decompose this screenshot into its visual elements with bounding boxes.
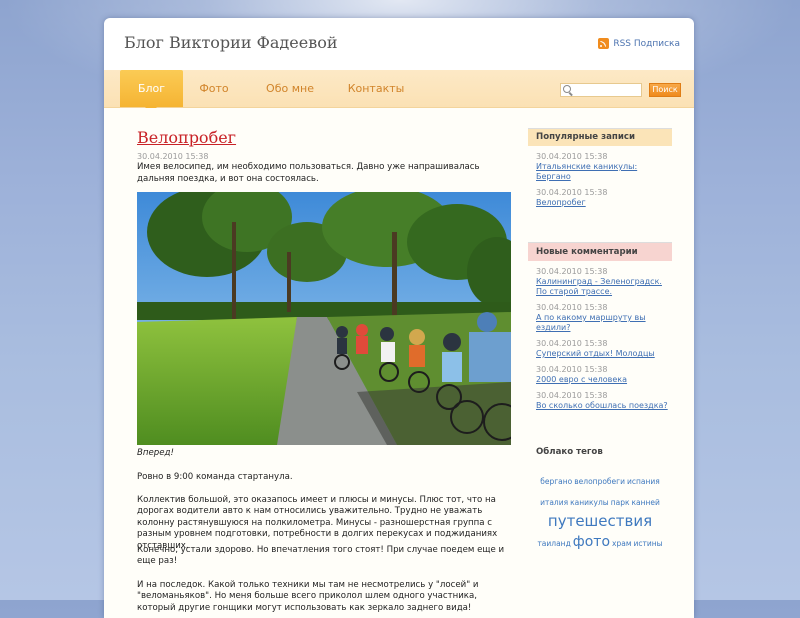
rss-link[interactable]: RSS Подписка — [598, 38, 680, 49]
tag-link[interactable]: испания — [627, 477, 660, 486]
popular-post-date: 30.04.2010 15:38 — [536, 188, 608, 197]
comment-date: 30.04.2010 15:38 — [536, 267, 608, 276]
comment-link[interactable]: Суперский отдых! Молодцы — [536, 349, 655, 358]
popular-post-link[interactable]: Итальянские каникулы: Бергано — [536, 162, 637, 181]
post-paragraph: Ровно в 9:00 команда стартанула. — [137, 472, 293, 482]
comment-item: 30.04.2010 15:38 Во сколько обошлась пое… — [528, 391, 672, 411]
sidebar: Популярные записи 30.04.2010 15:38 Италь… — [528, 128, 672, 552]
comment-link[interactable]: 2000 евро с человека — [536, 375, 627, 384]
tag-link[interactable]: парк — [611, 498, 630, 507]
comment-date: 30.04.2010 15:38 — [536, 339, 608, 348]
post-paragraph: И на последок. Какой только техники мы т… — [137, 580, 479, 613]
post-intro: Имея велосипед, им необходимо пользовать… — [137, 162, 480, 184]
blog-page: Блог Виктории Фадеевой RSS Подписка Блог… — [104, 18, 694, 618]
comment-item: 30.04.2010 15:38 2000 евро с человека — [528, 365, 672, 385]
comment-item: 30.04.2010 15:38 А по какому маршруту вы… — [528, 303, 672, 333]
cycling-photo-illustration — [137, 192, 511, 445]
photo-caption: Вперед! — [137, 448, 174, 458]
tag-link[interactable]: путешествия — [548, 512, 652, 530]
new-comments-heading: Новые комментарии — [528, 242, 672, 261]
comment-link[interactable]: Калининград - Зеленоградск. По старой тр… — [536, 277, 662, 296]
tag-cloud-heading: Облако тегов — [536, 447, 603, 457]
popular-posts-heading: Популярные записи — [528, 128, 672, 146]
comment-item: 30.04.2010 15:38 Суперский отдых! Молодц… — [528, 339, 672, 359]
post-paragraph: Конечно, устали здорово. Но впечатления … — [137, 545, 505, 567]
nav-item-photo[interactable]: Фото — [192, 70, 236, 107]
rss-label: RSS Подписка — [613, 38, 680, 49]
tag-link[interactable]: бергано — [540, 477, 572, 486]
tag-link[interactable]: канней — [632, 498, 660, 507]
comment-date: 30.04.2010 15:38 — [536, 365, 608, 374]
post-date: 30.04.2010 15:38 — [137, 152, 209, 161]
popular-post-link[interactable]: Велопробег — [536, 198, 586, 207]
tag-link[interactable]: каникулы — [570, 498, 609, 507]
nav-item-about[interactable]: Обо мне — [258, 70, 322, 107]
post-title[interactable]: Велопробег — [137, 128, 236, 148]
header: Блог Виктории Фадеевой RSS Подписка — [104, 18, 694, 70]
tag-link[interactable]: истины — [633, 539, 662, 548]
search-input[interactable] — [574, 84, 640, 96]
tag-link[interactable]: фото — [573, 534, 610, 550]
popular-post-item: 30.04.2010 15:38 Итальянские каникулы: Б… — [528, 152, 672, 182]
popular-post-date: 30.04.2010 15:38 — [536, 152, 608, 161]
post: Велопробег 30.04.2010 15:38 Имея велосип… — [137, 128, 511, 613]
tag-link[interactable]: велопробеги — [574, 477, 625, 486]
nav-item-blog[interactable]: Блог — [120, 70, 183, 107]
comment-link[interactable]: Во сколько обошлась поездка? — [536, 401, 668, 410]
main-nav: Блог Фото Обо мне Контакты Поиск — [104, 70, 694, 113]
post-photo — [137, 192, 511, 445]
rss-icon — [598, 38, 610, 49]
search-button[interactable]: Поиск — [649, 83, 681, 97]
comment-date: 30.04.2010 15:38 — [536, 303, 608, 312]
popular-post-item: 30.04.2010 15:38 Велопробег — [528, 188, 672, 208]
nav-item-contacts[interactable]: Контакты — [344, 70, 408, 107]
comment-item: 30.04.2010 15:38 Калининград - Зеленогра… — [528, 267, 672, 297]
search-icon — [563, 85, 571, 93]
comment-link[interactable]: А по какому маршруту вы ездили? — [536, 313, 646, 332]
tag-link[interactable]: храм — [612, 539, 631, 548]
tag-link[interactable]: таиланд — [537, 539, 570, 548]
comment-date: 30.04.2010 15:38 — [536, 391, 608, 400]
site-title[interactable]: Блог Виктории Фадеевой — [124, 33, 338, 52]
tag-cloud: бергано велопробеги испания италия каникулы… — [528, 469, 672, 552]
tag-link[interactable]: италия — [540, 498, 568, 507]
post-paragraph: Коллектив большой, это оказапось имеет и… — [137, 495, 498, 551]
